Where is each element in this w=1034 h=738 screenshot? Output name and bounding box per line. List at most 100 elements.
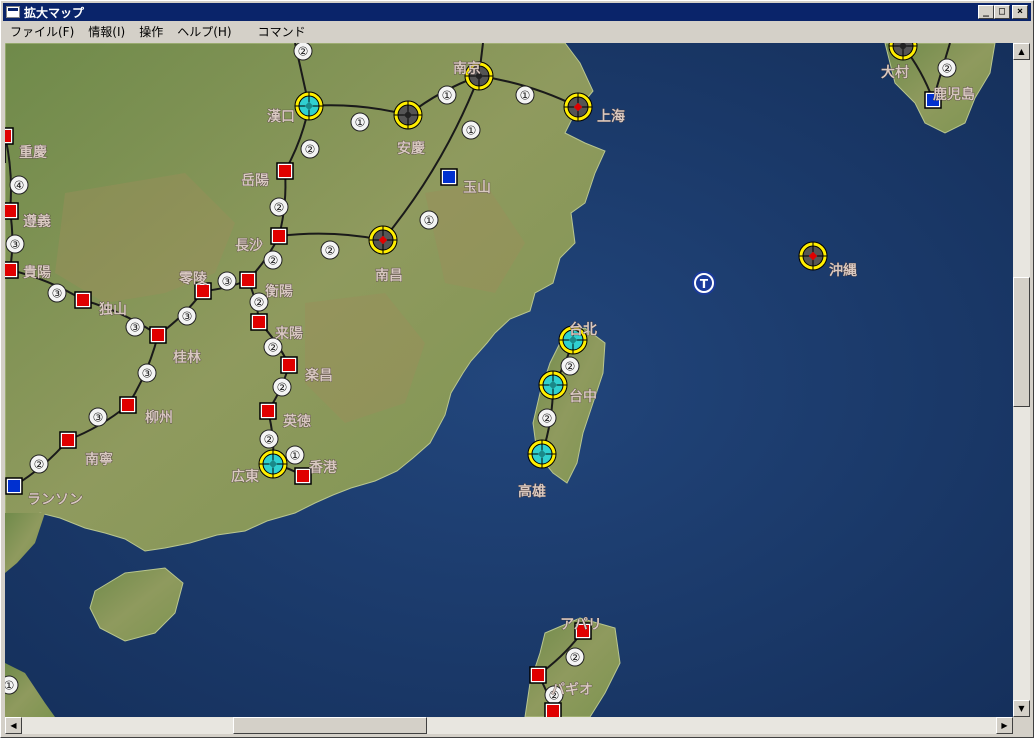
route-number-badge: ①	[515, 85, 535, 105]
city-square-fill	[77, 294, 89, 306]
map-view[interactable]: ②①①①①②④②①③②②③③②③③②③②③②②①②②②②②① 南京 上海 漢口 安慶重…	[5, 43, 1013, 717]
city-marker[interactable]	[529, 666, 547, 684]
menu-help[interactable]: ヘルプ(H)	[170, 23, 238, 40]
route-number-text: ①	[5, 679, 14, 693]
route-number-text: ②	[570, 651, 581, 665]
city-marker[interactable]	[239, 271, 257, 289]
scroll-right-button[interactable]: ▶	[996, 717, 1013, 734]
scroll-up-button[interactable]: ▲	[1013, 43, 1030, 60]
window-icon	[6, 6, 20, 18]
city-marker[interactable]	[59, 431, 77, 449]
route-number-text: ①	[442, 89, 453, 103]
menu-operate[interactable]: 操作	[132, 23, 170, 40]
title-bar: 拡大マップ _ □ ×	[3, 3, 1031, 21]
maximize-button[interactable]: □	[994, 5, 1010, 19]
close-button[interactable]: ×	[1012, 5, 1028, 19]
city-label: 来陽	[274, 325, 303, 342]
city-square-fill	[62, 434, 74, 446]
route-number-badge: ②	[272, 377, 292, 397]
city-label: 零陵	[178, 270, 208, 287]
city-label: 台北	[569, 321, 597, 338]
route-number-badge: ①	[461, 120, 481, 140]
horizontal-scrollbar[interactable]: ◀ ▶	[5, 717, 1013, 734]
map-window: 拡大マップ _ □ × ファイル(F) 情報(I) 操作 ヘルプ(H) コマンド	[0, 0, 1034, 738]
city-marker[interactable]	[544, 702, 562, 717]
route-number-text: ②	[277, 381, 288, 395]
route-number-text: ④	[14, 179, 25, 193]
route-number-badge: ②	[29, 454, 49, 474]
city-marker[interactable]	[270, 227, 288, 245]
menu-file[interactable]: ファイル(F)	[3, 23, 81, 40]
vertical-scrollbar[interactable]: ▲ ▼	[1013, 43, 1030, 717]
menu-bar: ファイル(F) 情報(I) 操作 ヘルプ(H) コマンド	[3, 22, 1031, 41]
city-label: 英徳	[282, 413, 311, 430]
vertical-scroll-thumb[interactable]	[1013, 277, 1030, 407]
city-square-fill	[547, 705, 559, 717]
city-label: 独山	[99, 301, 127, 318]
city-marker[interactable]	[119, 396, 137, 414]
city-label: アパリ	[560, 617, 602, 633]
route-number-badge: ③	[217, 271, 237, 291]
city-marker[interactable]	[538, 370, 568, 400]
city-marker[interactable]	[5, 202, 19, 220]
route-number-badge: ③	[137, 363, 157, 383]
city-marker[interactable]	[276, 162, 294, 180]
city-marker[interactable]	[5, 477, 23, 495]
route-number-badge: ②	[259, 429, 279, 449]
menu-command[interactable]: コマンド	[251, 23, 313, 40]
city-square-fill	[297, 470, 309, 482]
city-square-fill	[5, 205, 16, 217]
city-square-fill	[8, 480, 20, 492]
route-number-badge: ②	[560, 356, 580, 376]
city-marker[interactable]	[258, 449, 288, 479]
city-label: 鹿児島	[932, 86, 975, 103]
city-marker[interactable]	[527, 439, 557, 469]
route-number-text: ③	[222, 275, 233, 289]
route-number-badge: ①	[437, 85, 457, 105]
city-marker[interactable]	[798, 241, 828, 271]
city-label: 上海	[597, 108, 625, 125]
city-label: 沖縄	[829, 262, 857, 279]
city-marker[interactable]	[259, 402, 277, 420]
city-label: 高雄	[518, 483, 546, 500]
route-number-text: ②	[34, 458, 45, 472]
city-square-fill	[443, 171, 455, 183]
city-marker[interactable]	[294, 91, 324, 121]
city-marker[interactable]	[5, 127, 14, 145]
city-marker[interactable]	[250, 313, 268, 331]
city-marker[interactable]	[74, 291, 92, 309]
route-number-badge: ①	[350, 112, 370, 132]
horizontal-scroll-thumb[interactable]	[233, 717, 427, 734]
menu-info[interactable]: 情報(I)	[81, 23, 132, 40]
scroll-down-button[interactable]: ▼	[1013, 700, 1030, 717]
city-label: 柳州	[145, 409, 173, 426]
city-label: 安慶	[397, 140, 425, 157]
route-number-text: ②	[254, 296, 265, 310]
route-number-text: ②	[565, 360, 576, 374]
unit-marker-label: T	[700, 277, 709, 291]
city-marker[interactable]	[280, 356, 298, 374]
city-label: 大村	[881, 64, 909, 81]
city-marker[interactable]	[440, 168, 458, 186]
city-marker[interactable]	[5, 261, 19, 279]
city-marker[interactable]	[149, 326, 167, 344]
unit-marker-icon[interactable]: T	[692, 271, 716, 295]
scroll-left-button[interactable]: ◀	[5, 717, 22, 734]
city-marker[interactable]	[563, 92, 593, 122]
city-square-fill	[122, 399, 134, 411]
route-number-text: ③	[93, 411, 104, 425]
city-marker[interactable]	[393, 100, 423, 130]
route-number-badge: ③	[125, 317, 145, 337]
minimize-button[interactable]: _	[978, 5, 994, 19]
route-number-text: ②	[268, 254, 279, 268]
route-number-badge: ②	[300, 139, 320, 159]
city-label: 長沙	[235, 238, 263, 254]
city-label: 楽昌	[304, 367, 333, 384]
route-number-badge: ②	[263, 250, 283, 270]
route-number-text: ②	[325, 244, 336, 258]
route-number-text: ③	[52, 287, 63, 301]
city-label: 南寧	[85, 451, 113, 468]
route-number-text: ①	[424, 214, 435, 228]
city-marker[interactable]	[368, 225, 398, 255]
map-canvas[interactable]: ②①① ①①②④②①③ ②②③③②③③②③②③②②①②②②②②① 南京上海漢口安慶重…	[5, 43, 1013, 717]
